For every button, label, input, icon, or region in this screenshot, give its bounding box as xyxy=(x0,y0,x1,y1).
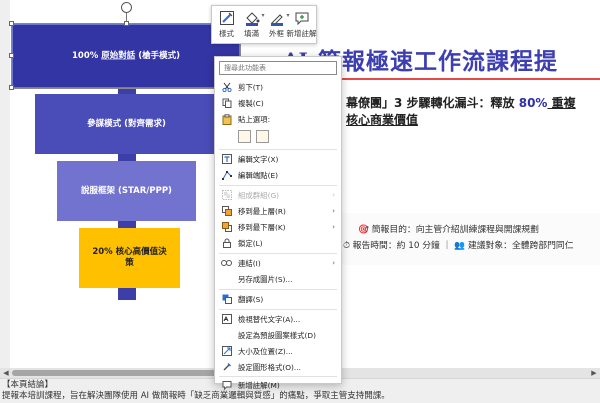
menu-item-send-backward[interactable]: 移到最下層(K) › xyxy=(215,219,341,235)
menu-item-copy[interactable]: 複製(C) xyxy=(215,95,341,111)
menu-item-set-default-shape[interactable]: 設定為預設圖案樣式(D) xyxy=(215,327,341,343)
rotate-handle[interactable] xyxy=(121,2,132,13)
funnel-level-4[interactable]: 20% 核心高價值決策 xyxy=(79,228,180,288)
edit-points-icon xyxy=(220,169,233,181)
send-backward-icon xyxy=(220,221,233,233)
info-line-duration: ⏱ 報告時間：約 10 分鐘 ｜ 👥 建議對象：全體跨部門同仁 xyxy=(343,241,574,251)
comment-icon xyxy=(220,379,233,391)
menu-separator xyxy=(219,309,337,310)
shape-style-icon xyxy=(218,8,236,26)
outline-button[interactable]: ▾ 外框 xyxy=(264,8,290,41)
funnel-level-3[interactable]: 說服框架 (STAR/PPP) xyxy=(57,161,196,221)
edit-text-icon xyxy=(220,153,233,165)
translate-icon xyxy=(220,293,233,305)
menu-separator xyxy=(219,253,337,254)
alt-text-icon xyxy=(220,313,233,325)
notes-line-2: 提報本培訓課程，旨在解決團隊使用 AI 做簡報時「缺乏商業邏輯與質感」的痛點，爭… xyxy=(2,391,390,401)
menu-item-save-as-picture[interactable]: 另存成圖片(S)... xyxy=(215,271,341,287)
resize-handle-bl[interactable] xyxy=(9,85,14,90)
format-shape-icon xyxy=(220,361,233,373)
paint-bucket-icon: ▾ xyxy=(243,8,265,26)
link-icon xyxy=(220,257,233,269)
submenu-arrow-icon: › xyxy=(332,207,335,215)
menu-item-translate[interactable]: 翻譯(S) xyxy=(215,291,341,307)
menu-separator xyxy=(219,289,337,290)
lock-icon xyxy=(220,237,233,249)
submenu-arrow-icon: › xyxy=(332,259,335,267)
menu-separator xyxy=(219,185,337,186)
submenu-arrow-icon: › xyxy=(332,223,335,231)
fill-dropdown-icon[interactable]: ▾ xyxy=(261,12,264,19)
menu-item-size-position[interactable]: 大小及位置(Z)... xyxy=(215,343,341,359)
info-line-purpose: 🎯 簡報目的：向主管介紹訓練課程與開課規劃 xyxy=(358,225,539,235)
paste-picture-icon[interactable] xyxy=(256,130,269,143)
group-icon xyxy=(220,189,233,201)
menu-item-edit-points[interactable]: 編輯端點(E) xyxy=(215,167,341,183)
fill-color-bar xyxy=(245,23,258,26)
clipboard-icon xyxy=(220,113,233,125)
menu-separator xyxy=(219,376,337,377)
context-menu: 搜尋此功能表 剪下(T) 複製(C) 貼上選項: 編輯文字(X) 編輯端點(E)… xyxy=(214,56,342,390)
scroll-left-icon[interactable]: ◀ xyxy=(0,368,12,378)
copy-icon xyxy=(220,97,233,109)
bring-forward-icon xyxy=(220,205,233,217)
size-position-icon xyxy=(220,345,233,357)
scroll-right-icon[interactable]: ▶ xyxy=(588,368,600,378)
submenu-arrow-icon: › xyxy=(332,191,335,199)
resize-handle-t[interactable] xyxy=(124,21,129,26)
outline-color-bar xyxy=(270,23,283,26)
blank-icon xyxy=(220,273,233,285)
funnel-level-4-label: 20% 核心高價值決策 xyxy=(92,247,167,268)
fill-button[interactable]: ▾ 填滿 xyxy=(239,8,265,41)
menu-item-lock[interactable]: 鎖定(L) xyxy=(215,235,341,251)
comment-add-icon xyxy=(293,8,311,26)
menu-item-edit-text[interactable]: 編輯文字(X) xyxy=(215,151,341,167)
funnel-level-1-label: 100% 原始對話 (槍手模式) xyxy=(72,50,180,61)
menu-item-format-shape[interactable]: 設定圖形格式(O)... xyxy=(215,359,341,375)
new-comment-button[interactable]: 新增註解 xyxy=(287,8,317,41)
resize-handle-tl[interactable] xyxy=(9,21,14,26)
body-line-2[interactable]: 核心商業價值 xyxy=(346,111,418,128)
menu-item-link[interactable]: 連結(I) › xyxy=(215,255,341,271)
paste-keep-formatting-icon[interactable] xyxy=(238,130,251,143)
outline-dropdown-icon[interactable]: ▾ xyxy=(286,12,289,19)
style-button[interactable]: 樣式 xyxy=(214,8,239,41)
menu-item-group[interactable]: 組成群組(G) › xyxy=(215,187,341,203)
funnel-level-2[interactable]: 參謀模式 (對齊需求) xyxy=(35,94,218,154)
pen-outline-icon: ▾ xyxy=(268,8,290,26)
menu-item-cut[interactable]: 剪下(T) xyxy=(215,79,341,95)
blank-icon xyxy=(220,329,233,341)
menu-item-bring-forward[interactable]: 移到最上層(R) › xyxy=(215,203,341,219)
funnel-level-3-label: 說服框架 (STAR/PPP) xyxy=(81,185,172,196)
funnel-level-2-label: 參謀模式 (對齊需求) xyxy=(87,118,166,129)
resize-handle-l[interactable] xyxy=(9,53,14,58)
menu-separator xyxy=(219,149,337,150)
slide-title[interactable]: 簡報極速工作流課程提 xyxy=(318,42,558,76)
mini-toolbar: 樣式 ▾ 填滿 ▾ 外框 新增註解 xyxy=(211,5,317,44)
menu-search-input[interactable]: 搜尋此功能表 xyxy=(219,61,337,75)
funnel-level-1[interactable]: 100% 原始對話 (槍手模式) xyxy=(11,23,241,89)
menu-item-alt-text[interactable]: 檢視替代文字(A)... xyxy=(215,311,341,327)
scissors-icon xyxy=(220,81,233,93)
menu-item-paste-options: 貼上選項: xyxy=(215,111,341,127)
menu-item-new-comment[interactable]: 新增註解(M) xyxy=(215,378,341,392)
body-line-1[interactable]: 幕僚團」3 步驟轉化漏斗：釋放 80% 重複 xyxy=(346,94,576,111)
